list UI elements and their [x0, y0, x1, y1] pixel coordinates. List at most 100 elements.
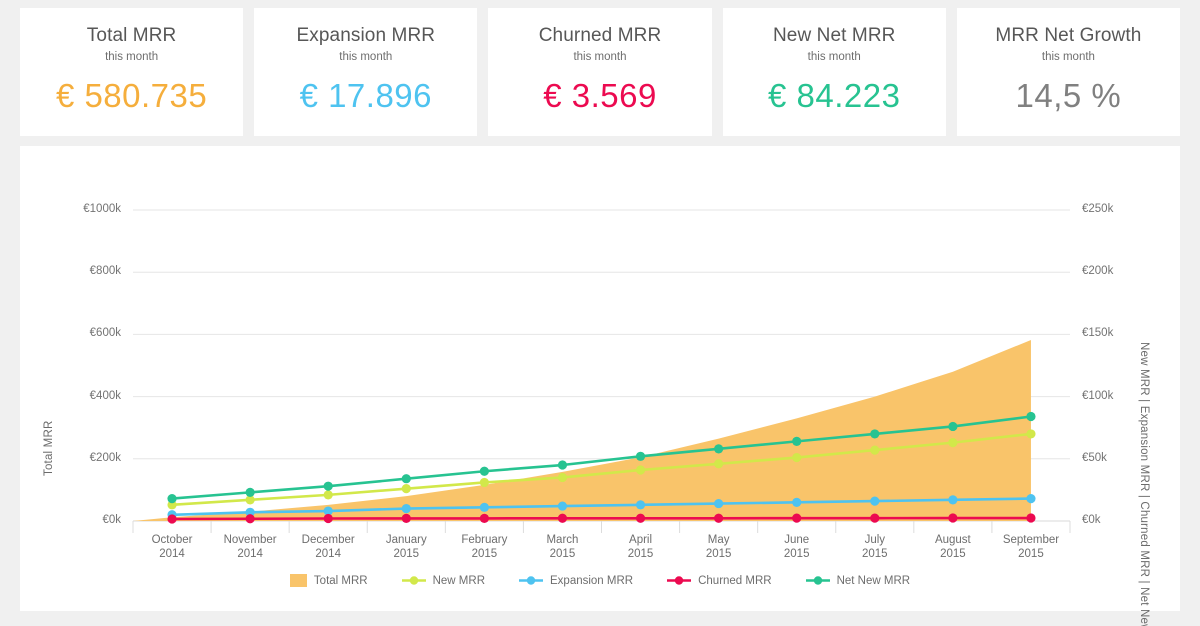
kpi-value: € 17.896 — [299, 77, 433, 114]
series-line — [170, 516, 1033, 521]
x-tick-label: May 2015 — [680, 533, 758, 561]
series-point — [479, 513, 489, 523]
legend-line-marker-icon — [805, 576, 830, 585]
series-point — [1026, 411, 1036, 422]
kpi-subtitle: this month — [105, 51, 159, 63]
series-point — [479, 477, 489, 488]
x-tick-year: 2014 — [159, 548, 185, 560]
x-tick-month: October — [151, 534, 193, 546]
x-tick-label: March 2015 — [523, 533, 601, 561]
series-point — [714, 498, 724, 509]
series-point — [401, 513, 411, 523]
series-point — [714, 444, 724, 454]
series-area-total-mrr — [133, 339, 1031, 521]
series-point — [1026, 429, 1036, 439]
kpi-card-new-net-mrr[interactable]: New Net MRR this month € 84.223 — [722, 8, 946, 136]
y-tick-label-left: €600k — [89, 327, 121, 340]
series-point — [948, 421, 958, 432]
series-point — [635, 451, 646, 461]
x-tick-month: June — [784, 534, 810, 546]
y-tick-label-left: €400k — [89, 389, 121, 402]
x-tick-label: June 2015 — [758, 533, 836, 561]
series-point — [635, 500, 646, 510]
x-tick-label: July 2015 — [836, 533, 914, 561]
series-point — [948, 495, 958, 505]
series-point — [635, 513, 646, 523]
kpi-title: Expansion MRR — [296, 25, 436, 46]
series-point — [792, 436, 802, 446]
series-point — [792, 452, 802, 463]
legend-item[interactable]: New MRR — [401, 574, 485, 587]
y-tick-label-left: €800k — [89, 265, 121, 278]
x-tick-year: 2015 — [627, 548, 654, 560]
series-point — [401, 503, 411, 514]
series-point — [479, 466, 489, 476]
legend-item[interactable]: Expansion MRR — [519, 575, 633, 587]
kpi-value: € 3.569 — [543, 77, 657, 114]
legend-label: Expansion MRR — [550, 574, 634, 587]
legend-label: Total MRR — [313, 574, 368, 587]
y-tick-label-left: €0k — [102, 514, 121, 526]
legend-line-marker-icon — [401, 576, 426, 585]
legend-item[interactable]: Churned MRR — [667, 575, 772, 587]
series-point — [557, 460, 568, 470]
legend-label: Net New MRR — [836, 574, 911, 587]
x-tick-month: March — [546, 534, 579, 546]
legend-item[interactable]: Total MRR — [289, 574, 368, 587]
x-tick-year: 2015 — [471, 548, 498, 560]
series-point — [714, 459, 724, 469]
series-point — [870, 513, 880, 523]
x-tick-month: November — [223, 534, 277, 546]
series-point — [1026, 494, 1036, 504]
x-tick-month: January — [385, 534, 427, 546]
kpi-title: New Net MRR — [772, 25, 896, 46]
kpi-value: € 84.223 — [767, 77, 901, 114]
series-point — [323, 490, 333, 500]
series-point — [167, 514, 177, 524]
x-tick-label: September 2015 — [992, 533, 1070, 561]
y-tick-label-right: €0k — [1082, 514, 1101, 526]
series-point — [245, 514, 255, 524]
y-tick-label-right: €100k — [1082, 389, 1114, 402]
x-tick-label: January 2015 — [367, 533, 445, 561]
legend-item[interactable]: Net New MRR — [805, 574, 911, 587]
series-point — [635, 465, 646, 475]
kpi-subtitle: this month — [573, 51, 627, 63]
kpi-card-expansion-mrr[interactable]: Expansion MRR this month € 17.896 — [254, 8, 478, 136]
x-tick-month: July — [864, 534, 886, 546]
series-point — [557, 501, 568, 511]
kpi-card-churned-mrr[interactable]: Churned MRR this month € 3.569 — [488, 8, 712, 136]
y-tick-label-right: €50k — [1082, 451, 1107, 464]
series-point — [401, 474, 411, 484]
series-point — [870, 445, 880, 455]
legend-label: New MRR — [432, 574, 485, 587]
x-tick-label: November 2014 — [211, 533, 289, 561]
series-point — [792, 513, 802, 523]
kpi-subtitle: this month — [1041, 51, 1095, 63]
x-tick-label: February 2015 — [445, 533, 523, 561]
series-point — [870, 496, 880, 506]
kpi-card-mrr-net-growth[interactable]: MRR Net Growth this month 14,5 % — [956, 8, 1181, 136]
y-tick-label-right: €200k — [1082, 265, 1114, 278]
x-tick-year: 2015 — [393, 548, 420, 560]
chart-legend: Total MRR New MRR Expansion MRR Churned MRR… — [20, 574, 1180, 587]
x-tick-month: February — [461, 534, 508, 546]
kpi-value: € 580.735 — [55, 77, 208, 114]
dashboard-root: Total MRR this month € 580.735 Expansion… — [0, 0, 1200, 626]
series-point — [870, 429, 880, 439]
y-tick-label-left: €1000k — [83, 203, 121, 215]
kpi-subtitle: this month — [807, 51, 861, 63]
series-point — [557, 472, 568, 483]
series-point — [557, 513, 568, 523]
y-tick-label-left: €200k — [89, 451, 121, 464]
legend-line-marker-icon — [519, 576, 543, 585]
kpi-value: 14,5 % — [1015, 77, 1122, 114]
kpi-card-total-mrr[interactable]: Total MRR this month € 580.735 — [20, 8, 244, 136]
series-point — [948, 438, 958, 448]
x-tick-year: 2015 — [940, 548, 966, 560]
x-tick-label: December 2014 — [289, 533, 367, 561]
y-axis-title-left: Total MRR — [43, 420, 55, 476]
kpi-title: Total MRR — [86, 25, 177, 46]
plot-area[interactable]: Total MRR New MRR | Expansion MRR | Chur… — [20, 146, 1180, 626]
x-tick-year: 2015 — [783, 548, 810, 560]
